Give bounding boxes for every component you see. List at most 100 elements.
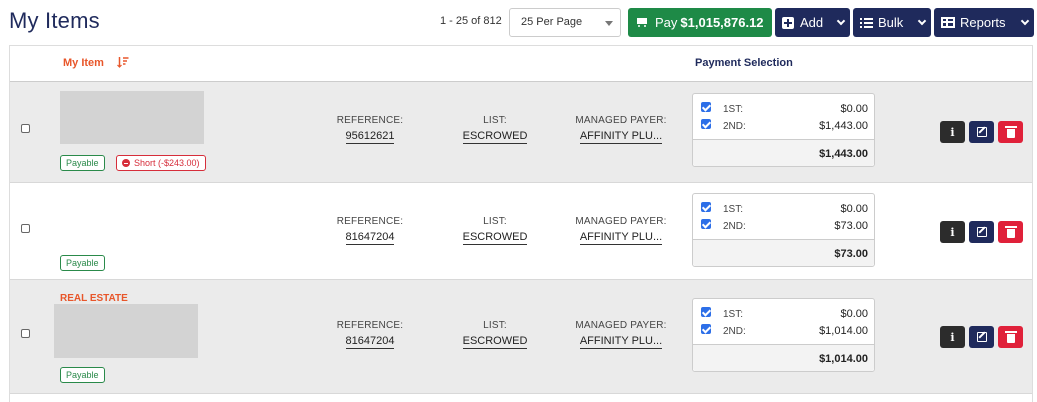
info-icon: i [950,125,955,139]
row-checkbox[interactable] [21,224,30,233]
payment-line: 1ST: $0.00 [693,201,874,218]
payment-checkbox[interactable] [701,119,711,129]
payment-checkbox[interactable] [701,324,711,334]
edit-icon [976,127,987,137]
edit-button[interactable] [969,221,994,243]
payment-line: 2ND: $73.00 [693,218,874,235]
trash-icon [1004,125,1017,138]
chevron-down-icon [836,16,846,26]
list-field: LIST: ESCROWED [455,115,535,144]
delete-button[interactable] [998,121,1023,143]
reports-label: Reports [960,15,1006,30]
edit-icon [976,227,987,237]
list-label: LIST: [483,115,507,126]
list-label: LIST: [483,216,507,227]
list-link[interactable]: ESCROWED [462,130,528,144]
info-icon: i [950,330,955,344]
item-thumbnail [60,91,204,144]
table-header: My Item Payment Selection [10,45,1032,82]
payment-total: $1,443.00 [693,139,874,166]
add-label: Add [800,15,824,30]
payment-checkbox[interactable] [701,219,711,229]
short-badge: Short (-$243.00) [116,155,206,171]
payer-link[interactable]: AFFINITY PLU... [579,130,663,144]
sort-icon[interactable] [117,56,129,68]
reference-field: REFERENCE: 81647204 [328,320,412,349]
payment-line: 2ND: $1,443.00 [693,118,874,135]
edit-button[interactable] [969,121,994,143]
per-page-value: 25 Per Page [521,16,583,28]
reference-link[interactable]: 81647204 [345,231,395,245]
reference-label: REFERENCE: [336,320,404,331]
payable-badge: Payable [60,255,105,271]
per-page-select[interactable]: 25 Per Page [509,8,621,37]
bulk-label: Bulk [878,15,904,30]
payable-badge: Payable [60,155,105,171]
caret-down-icon [605,21,613,26]
add-button[interactable]: Add [775,8,850,37]
info-icon: i [950,225,955,239]
payer-field: MANAGED PAYER: AFFINITY PLU... [570,320,672,349]
payer-label: MANAGED PAYER: [575,216,667,227]
list-field: LIST: ESCROWED [455,320,535,349]
payer-label: MANAGED PAYER: [575,320,667,331]
delete-button[interactable] [998,221,1023,243]
reference-link[interactable]: 81647204 [345,335,395,349]
reference-label: REFERENCE: [336,115,404,126]
delete-button[interactable] [998,326,1023,348]
payment-line: 2ND: $1,014.00 [693,323,874,340]
payment-checkbox[interactable] [701,202,711,212]
pay-label: Pay [655,15,678,30]
info-button[interactable]: i [940,221,965,243]
table-row: Payable REFERENCE: 81647204 LIST: ESCROW… [10,183,1032,280]
list-link[interactable]: ESCROWED [462,335,528,349]
items-table: My Item Payment Selection Payable Short … [9,45,1033,402]
info-button[interactable]: i [940,121,965,143]
edit-icon [976,332,987,342]
payer-field: MANAGED PAYER: AFFINITY PLU... [570,216,672,245]
payment-selection-box: 1ST: $0.00 2ND: $1,014.00 $1,014.00 [692,298,875,372]
payment-total: $1,014.00 [693,344,874,371]
payer-label: MANAGED PAYER: [575,115,667,126]
table-icon [941,17,955,28]
row-checkbox[interactable] [21,329,30,338]
top-bar: My Items 1 - 25 of 812 25 Per Page Pay $… [0,0,1037,44]
column-header-my-item[interactable]: My Item [63,57,104,69]
row-checkbox[interactable] [21,124,30,133]
payment-line: 1ST: $0.00 [693,101,874,118]
plus-square-icon [782,16,794,29]
reference-link[interactable]: 95612621 [345,130,395,144]
payment-selection-box: 1ST: $0.00 2ND: $1,443.00 $1,443.00 [692,93,875,167]
table-row: REAL ESTATE Payable REFERENCE: 81647204 … [10,280,1032,394]
page-title: My Items [9,8,100,33]
list-link[interactable]: ESCROWED [462,231,528,245]
payer-link[interactable]: AFFINITY PLU... [579,231,663,245]
info-button[interactable]: i [940,326,965,348]
reference-field: REFERENCE: 81647204 [328,216,412,245]
list-icon [860,17,873,28]
list-label: LIST: [483,320,507,331]
pay-amount: $1,015,876.12 [680,15,764,30]
edit-button[interactable] [969,326,994,348]
list-field: LIST: ESCROWED [455,216,535,245]
item-thumbnail [54,304,198,358]
payment-line: 1ST: $0.00 [693,306,874,323]
payment-checkbox[interactable] [701,102,711,112]
table-row: Payable Short (-$243.00) REFERENCE: 9561… [10,82,1032,183]
minus-circle-icon [122,159,130,167]
trash-icon [1004,225,1017,238]
payer-link[interactable]: AFFINITY PLU... [579,335,663,349]
payment-checkbox[interactable] [701,307,711,317]
reports-button[interactable]: Reports [934,8,1034,37]
payment-selection-box: 1ST: $0.00 2ND: $73.00 $73.00 [692,193,875,267]
payer-field: MANAGED PAYER: AFFINITY PLU... [570,115,672,144]
shopping-cart-icon [635,17,649,28]
chevron-down-icon [1020,16,1030,26]
pay-button[interactable]: Pay $1,015,876.12 [628,8,772,37]
payment-total: $73.00 [693,239,874,266]
chevron-down-icon [917,16,927,26]
bulk-button[interactable]: Bulk [853,8,931,37]
column-header-payment-selection: Payment Selection [695,57,793,69]
item-category: REAL ESTATE [60,293,128,304]
trash-icon [1004,330,1017,343]
